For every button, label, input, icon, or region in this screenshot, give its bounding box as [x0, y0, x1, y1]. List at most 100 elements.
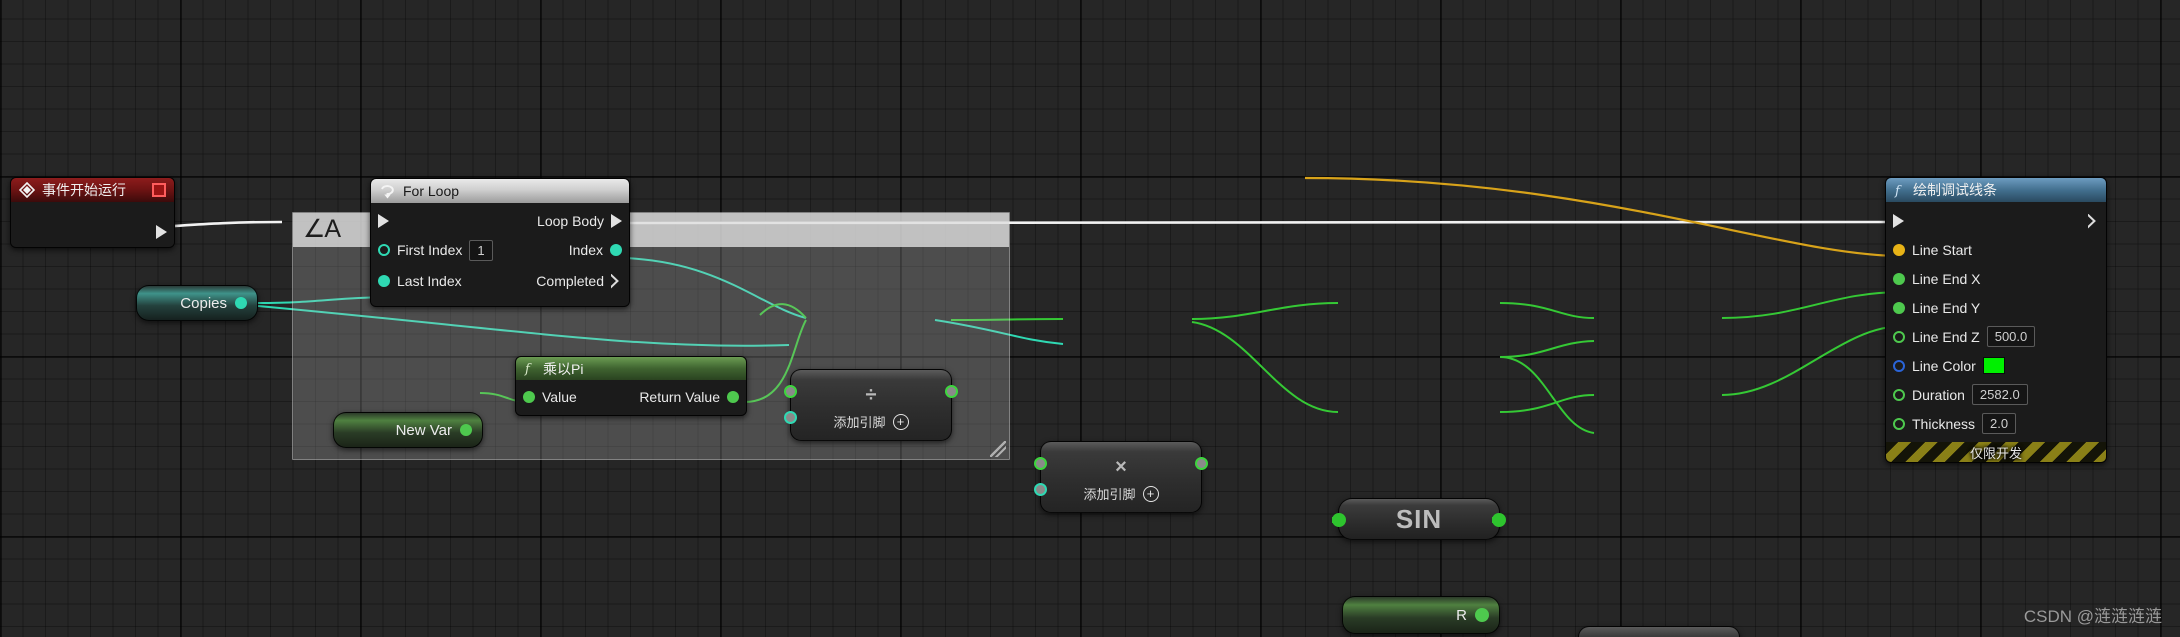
event-diamond-icon — [19, 182, 35, 198]
line-end-z-input[interactable]: 500.0 — [1986, 326, 2036, 347]
line-end-x-pin-icon[interactable] — [1893, 272, 1905, 285]
for-loop-out-loop-body[interactable]: Loop Body — [500, 209, 629, 234]
value-label: Value — [542, 389, 577, 405]
ddl-pin-line-end-z[interactable]: Line End Z 500.0 — [1886, 322, 2106, 351]
ddl-pin-line-end-y[interactable]: Line End Y — [1886, 293, 2106, 322]
multiply-pi-out-return[interactable]: Return Value — [631, 385, 746, 410]
macro-loop-icon — [379, 184, 396, 199]
duration-input[interactable]: 2582.0 — [1971, 384, 2028, 405]
last-index-pin-icon[interactable] — [378, 275, 390, 287]
multiply-pi-in-value[interactable]: Value — [516, 385, 631, 410]
red-square-icon[interactable] — [152, 183, 166, 197]
plus-circle-icon[interactable]: + — [1142, 485, 1159, 502]
for-loop-header[interactable]: For Loop — [371, 179, 629, 203]
for-loop-row-last-index: Last Index Completed — [371, 266, 629, 296]
exec-in-pin-icon[interactable] — [378, 214, 389, 228]
node-math-multiply-1[interactable]: × 添加引脚 + — [1034, 441, 1208, 513]
ddl-pin-duration[interactable]: Duration 2582.0 — [1886, 380, 2106, 409]
multiply-pi-header[interactable]: f 乘以Pi — [516, 357, 746, 380]
value-in-pin-icon[interactable] — [523, 391, 535, 403]
thickness-pin-icon[interactable] — [1893, 417, 1905, 430]
ddl-pin-line-color[interactable]: Line Color — [1886, 351, 2106, 380]
line-color-swatch[interactable] — [1982, 357, 2005, 374]
last-index-label: Last Index — [397, 273, 462, 289]
for-loop-row-first-index: First Index 1 Index — [371, 234, 629, 266]
node-for-loop[interactable]: For Loop Loop Body First Index 1 Index L… — [370, 178, 630, 307]
ddl-out-exec[interactable] — [1996, 209, 2106, 234]
first-index-label: First Index — [397, 242, 463, 258]
exec-out-pin-icon[interactable] — [2088, 213, 2096, 229]
for-loop-in-exec[interactable] — [371, 209, 500, 234]
svg-text:f: f — [524, 362, 532, 376]
for-loop-in-first-index[interactable]: First Index 1 — [371, 238, 500, 263]
for-loop-body: Loop Body First Index 1 Index Last Index… — [371, 203, 629, 306]
function-f-icon: f — [524, 361, 536, 376]
loop-body-pin-icon[interactable] — [611, 214, 622, 228]
new-var-output-pin-icon[interactable] — [460, 424, 472, 436]
event-out-exec-row[interactable] — [156, 219, 174, 244]
node-variable-copies[interactable]: Copies — [136, 285, 258, 321]
node-variable-radius[interactable]: R — [1342, 596, 1500, 634]
ddl-pin-thickness[interactable]: Thickness 2.0 — [1886, 409, 2106, 438]
ddl-row-exec — [1886, 207, 2106, 235]
draw-debug-line-header[interactable]: f 绘制调试线条 — [1886, 178, 2106, 202]
blueprint-graph-canvas[interactable]: ∠A 事件开始运行 Copies For Loop Loop Body Firs… — [0, 0, 2180, 637]
function-f-icon: f — [1894, 183, 1906, 198]
completed-pin-icon[interactable] — [611, 273, 619, 289]
index-label: Index — [568, 242, 603, 258]
first-index-pin-icon[interactable] — [378, 244, 390, 256]
line-end-z-pin-icon[interactable] — [1893, 330, 1905, 343]
multiply1-add-pin-label: 添加引脚 — [1083, 487, 1136, 502]
multiply-pi-row: Value Return Value — [516, 384, 746, 410]
node-draw-debug-line[interactable]: f 绘制调试线条 Line Start Line End X Line End … — [1885, 177, 2107, 463]
comment-resize-handle[interactable] — [990, 441, 1006, 457]
divide-operator-symbol: ÷ — [865, 384, 877, 406]
development-only-banner: 仅限开发 — [1886, 442, 2106, 462]
variable-copies-label: Copies — [180, 294, 227, 312]
line-end-x-label: Line End X — [1912, 270, 1981, 287]
divide-add-pin-label: 添加引脚 — [833, 415, 886, 430]
node-variable-new-var[interactable]: New Var — [333, 412, 483, 448]
ddl-in-exec[interactable] — [1886, 209, 1996, 234]
thickness-input[interactable]: 2.0 — [1982, 413, 2017, 434]
ddl-pin-line-end-x[interactable]: Line End X — [1886, 264, 2106, 293]
exec-in-pin-icon[interactable] — [1893, 214, 1904, 228]
multiply-pi-title: 乘以Pi — [543, 360, 584, 377]
radius-output-pin-icon[interactable] — [1475, 608, 1489, 622]
sin-out-pin-icon[interactable] — [1492, 513, 1506, 527]
line-start-pin-icon[interactable] — [1893, 243, 1905, 256]
sin-in-pin-icon[interactable] — [1332, 513, 1346, 527]
for-loop-out-completed[interactable]: Completed — [500, 269, 629, 294]
for-loop-row-exec: Loop Body — [371, 208, 629, 234]
return-value-pin-icon[interactable] — [727, 391, 739, 403]
node-math-divide[interactable]: ÷ 添加引脚 + — [784, 369, 958, 441]
node-sin[interactable]: SIN — [1332, 498, 1506, 540]
plus-circle-icon[interactable]: + — [892, 413, 909, 430]
event-node-body — [11, 202, 174, 247]
variable-new-var-label: New Var — [395, 421, 452, 439]
node-event-begin-play[interactable]: 事件开始运行 — [10, 177, 175, 248]
event-node-title: 事件开始运行 — [42, 182, 126, 198]
node-math-multiply-2[interactable]: × 添加引脚 + — [1578, 626, 1740, 637]
line-end-y-pin-icon[interactable] — [1893, 301, 1905, 314]
exec-out-pin-icon[interactable] — [156, 224, 167, 239]
development-only-label: 仅限开发 — [1969, 445, 2022, 461]
first-index-input[interactable]: 1 — [469, 239, 493, 261]
for-loop-out-index[interactable]: Index — [500, 238, 629, 263]
thickness-label: Thickness — [1912, 415, 1976, 432]
node-multiply-by-pi[interactable]: f 乘以Pi Value Return Value — [515, 356, 747, 416]
event-node-header[interactable]: 事件开始运行 — [11, 178, 174, 202]
completed-label: Completed — [536, 273, 604, 289]
multiply1-add-pin-button[interactable]: 添加引脚 + — [1041, 484, 1201, 503]
copies-output-pin-icon[interactable] — [235, 297, 247, 309]
for-loop-in-last-index[interactable]: Last Index — [371, 269, 500, 294]
multiply1-operator-symbol: × — [1115, 456, 1127, 478]
duration-label: Duration — [1912, 386, 1965, 403]
ddl-pin-line-start[interactable]: Line Start — [1886, 235, 2106, 264]
line-color-label: Line Color — [1912, 357, 1976, 374]
divide-add-pin-button[interactable]: 添加引脚 + — [791, 412, 951, 431]
line-color-pin-icon[interactable] — [1893, 359, 1905, 372]
duration-pin-icon[interactable] — [1893, 388, 1905, 401]
index-pin-icon[interactable] — [610, 244, 622, 256]
line-end-y-label: Line End Y — [1912, 299, 1981, 316]
